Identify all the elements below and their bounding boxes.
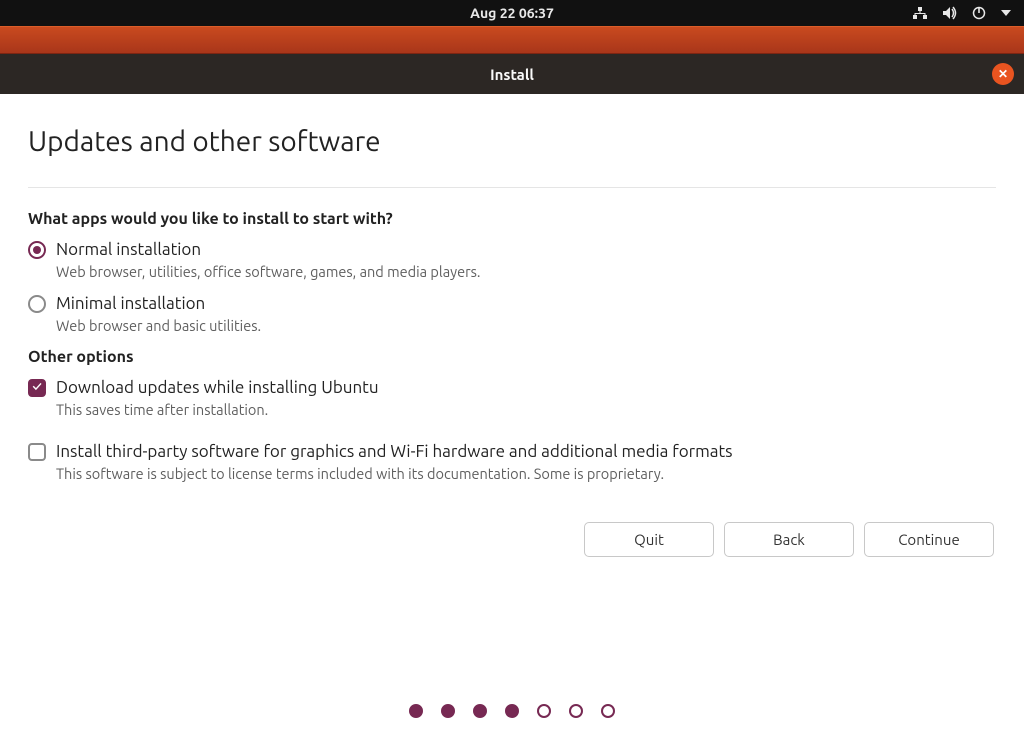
option-normal-install[interactable]: Normal installation <box>28 240 996 259</box>
progress-dot <box>569 704 583 718</box>
dropdown-icon[interactable] <box>1000 9 1012 17</box>
installer-content: Updates and other software What apps wou… <box>0 94 1024 674</box>
close-button[interactable]: ✕ <box>992 63 1014 85</box>
divider <box>28 187 996 188</box>
quit-button[interactable]: Quit <box>584 522 714 557</box>
button-row: Quit Back Continue <box>28 522 996 557</box>
option-desc: Web browser, utilities, office software,… <box>56 263 996 280</box>
progress-dot <box>601 704 615 718</box>
system-tray <box>912 6 1012 20</box>
option-desc: This software is subject to license term… <box>56 465 996 482</box>
accent-strip <box>0 26 1024 54</box>
check-download-updates[interactable]: Download updates while installing Ubuntu <box>28 378 996 397</box>
clock: Aug 22 06:37 <box>470 5 554 21</box>
window-title: Install <box>490 66 534 83</box>
continue-button[interactable]: Continue <box>864 522 994 557</box>
radio-unselected-icon <box>28 295 46 313</box>
option-label: Download updates while installing Ubuntu <box>56 378 379 397</box>
option-desc: This saves time after installation. <box>56 401 996 418</box>
back-button[interactable]: Back <box>724 522 854 557</box>
other-options-label: Other options <box>28 348 996 366</box>
network-icon[interactable] <box>912 6 928 20</box>
page-title: Updates and other software <box>28 126 996 157</box>
close-icon: ✕ <box>998 67 1008 81</box>
volume-icon[interactable] <box>942 6 958 20</box>
power-icon[interactable] <box>972 6 986 20</box>
checkbox-checked-icon <box>28 379 46 397</box>
option-desc: Web browser and basic utilities. <box>56 317 996 334</box>
option-label: Normal installation <box>56 240 201 259</box>
option-label: Minimal installation <box>56 294 205 313</box>
progress-dot <box>409 704 423 718</box>
progress-dot <box>441 704 455 718</box>
progress-indicator <box>0 704 1024 718</box>
radio-selected-icon <box>28 241 46 259</box>
apps-question: What apps would you like to install to s… <box>28 210 996 228</box>
system-topbar: Aug 22 06:37 <box>0 0 1024 26</box>
progress-dot <box>537 704 551 718</box>
progress-dot <box>505 704 519 718</box>
check-third-party[interactable]: Install third-party software for graphic… <box>28 442 996 461</box>
window-titlebar: Install ✕ <box>0 54 1024 94</box>
option-label: Install third-party software for graphic… <box>56 442 733 461</box>
option-minimal-install[interactable]: Minimal installation <box>28 294 996 313</box>
checkbox-unchecked-icon <box>28 443 46 461</box>
progress-dot <box>473 704 487 718</box>
